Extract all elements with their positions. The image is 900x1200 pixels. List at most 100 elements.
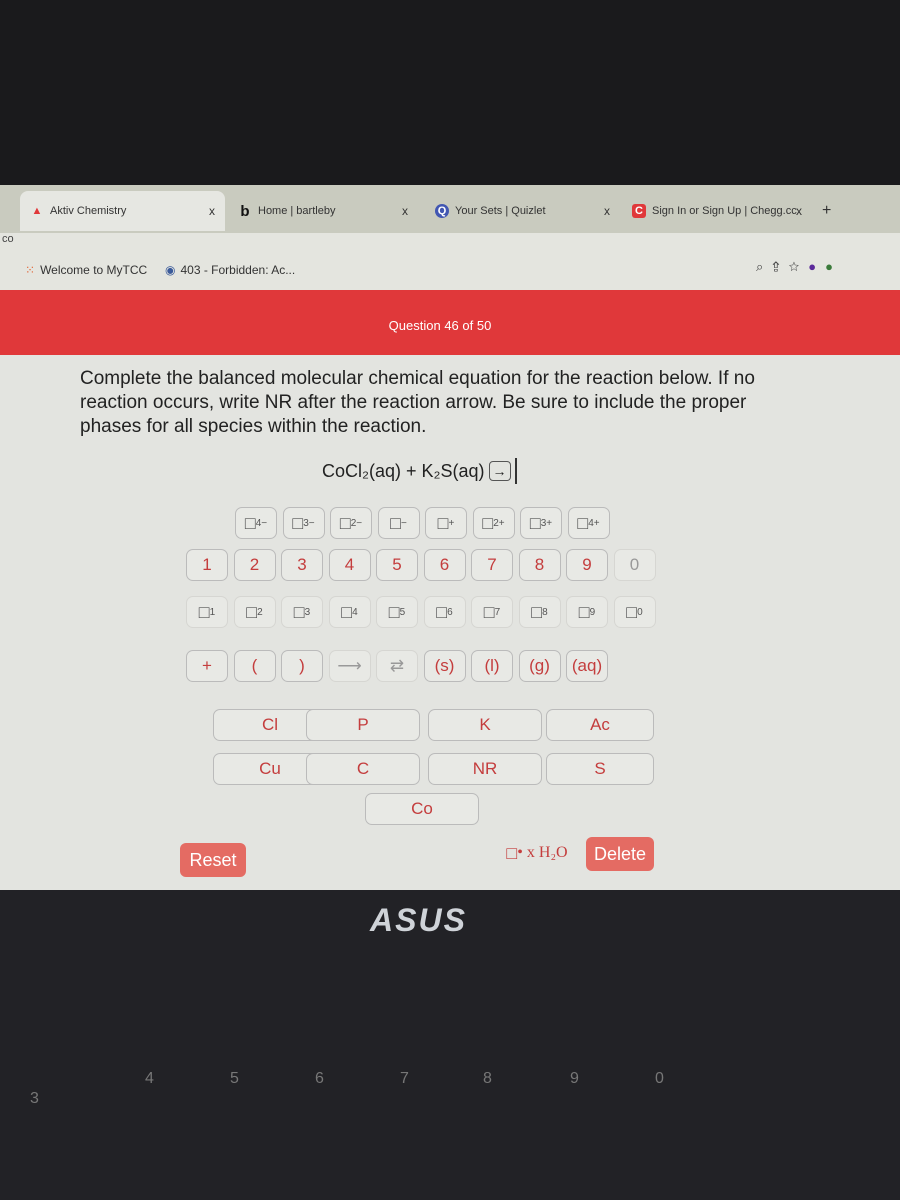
box-icon: □ (244, 512, 256, 533)
key-digit[interactable]: 0 (613, 549, 656, 581)
key-digit[interactable]: 8 (518, 549, 561, 581)
key-charge[interactable]: □ 4− (235, 507, 277, 539)
key-label: 5 (399, 606, 406, 618)
key-subscript[interactable]: □ 9 (566, 596, 608, 628)
key-symbol[interactable]: ( (233, 650, 276, 682)
close-tab-icon[interactable]: x (209, 204, 215, 218)
key-element[interactable]: Co (365, 793, 479, 825)
key-subscript[interactable]: □ 0 (613, 596, 656, 628)
box-icon: □ (482, 512, 494, 533)
key-symbol[interactable]: ⟶ (328, 650, 371, 682)
key-subscript[interactable]: □ 1 (186, 596, 228, 628)
key-label: 9 (582, 555, 592, 574)
tab-quizlet[interactable]: Q Your Sets | Quizlet x (425, 191, 620, 231)
key-symbol[interactable]: ⇄ (376, 650, 418, 682)
key-symbol[interactable]: (aq) (566, 650, 608, 682)
key-symbol[interactable]: + (186, 650, 228, 682)
key-digit[interactable]: 7 (471, 549, 513, 581)
key-element[interactable]: NR (428, 753, 542, 785)
key-digit[interactable]: 2 (233, 549, 276, 581)
key-charge[interactable]: □ 3− (282, 507, 325, 539)
key-label: 2+ (493, 517, 505, 529)
key-label: P (357, 715, 369, 734)
key-charge[interactable]: □ − (377, 507, 420, 539)
key-label: 0 (629, 555, 640, 574)
box-icon: □ (246, 601, 258, 622)
key-charge[interactable]: □ 4+ (567, 507, 610, 539)
tab-chegg[interactable]: C Sign In or Sign Up | Chegg.cc x (622, 191, 812, 231)
key-digit[interactable]: 3 (281, 549, 323, 581)
share-icon[interactable]: ⇪ (772, 259, 788, 274)
reaction-arrow[interactable]: → (488, 461, 511, 481)
key-label: K (479, 715, 491, 734)
key-label: • x H₂O (517, 844, 568, 861)
key-label: S (594, 759, 606, 778)
key-symbol[interactable]: ) (281, 650, 323, 682)
tab-bartleby[interactable]: b Home | bartleby x (228, 191, 418, 231)
key-digit[interactable]: 1 (186, 549, 228, 581)
key-label: 4 (344, 555, 355, 574)
key-subscript[interactable]: □ 2 (233, 596, 276, 628)
key-subscript[interactable]: □ 6 (423, 596, 466, 628)
key-label: C (356, 759, 370, 778)
key-symbol[interactable]: (g) (518, 650, 561, 682)
quizlet-logo-icon: Q (435, 204, 449, 218)
tab-aktiv-chemistry[interactable]: ▲ Aktiv Chemistry x (20, 191, 225, 231)
key-subscript[interactable]: □ 7 (471, 596, 513, 628)
key-label: 2− (350, 517, 363, 529)
delete-button[interactable]: Delete (586, 837, 654, 871)
mytcc-icon: ⁙ (25, 263, 36, 277)
toolbar-icons: ⌕⇪☆●● (756, 259, 842, 275)
key-label: 4+ (588, 517, 600, 529)
bookmark-label: 403 - Forbidden: Ac... (180, 263, 296, 277)
key-digit[interactable]: 9 (566, 549, 608, 581)
key-digit[interactable]: 6 (423, 549, 466, 581)
key-subscript[interactable]: □ 8 (518, 596, 561, 628)
profile-icon[interactable]: ● (825, 259, 842, 274)
key-label: 7 (494, 606, 501, 618)
key-subscript[interactable]: □ 4 (328, 596, 371, 628)
key-element[interactable]: S (546, 753, 654, 785)
close-tab-icon[interactable]: x (604, 204, 610, 218)
box-icon: □ (626, 601, 638, 622)
key-element[interactable]: K (428, 709, 542, 741)
key-element[interactable]: Ac (546, 709, 654, 741)
equation-reactants: CoCl₂(aq) + K₂S(aq) (322, 460, 485, 481)
key-subscript[interactable]: □ 5 (376, 596, 418, 628)
key-charge[interactable]: □ + (425, 507, 467, 539)
extension-icon[interactable]: ● (808, 259, 825, 274)
water-button[interactable]: □ • x H₂O (497, 837, 577, 869)
box-icon: □ (388, 601, 400, 622)
key-digit[interactable]: 5 (376, 549, 418, 581)
key-charge[interactable]: □ 2+ (472, 507, 515, 539)
reset-button[interactable]: Reset (180, 843, 246, 877)
answer-cursor[interactable] (514, 458, 517, 484)
key-charge[interactable]: □ 2− (330, 507, 372, 539)
zoom-icon[interactable]: ⌕ (756, 259, 772, 274)
key-element[interactable]: P (306, 709, 420, 741)
key-label: (aq) (571, 656, 603, 675)
chegg-logo-icon: C (632, 204, 646, 218)
key-charge[interactable]: □ 3+ (520, 507, 562, 539)
key-element[interactable]: C (306, 753, 420, 785)
key-label: Cu (259, 759, 281, 778)
box-icon: □ (483, 601, 495, 622)
close-tab-icon[interactable]: x (402, 204, 408, 218)
key-label: 4− (255, 517, 268, 529)
bartleby-logo-icon: b (240, 202, 250, 220)
close-tab-icon[interactable]: x (796, 204, 802, 218)
key-symbol[interactable]: (l) (471, 650, 513, 682)
key-label: 8 (534, 555, 545, 574)
key-digit[interactable]: 4 (328, 549, 371, 581)
key-subscript[interactable]: □ 3 (281, 596, 323, 628)
bookmark-mytcc[interactable]: ⁙ Welcome to MyTCC (25, 263, 147, 277)
new-tab-button[interactable]: + (812, 191, 842, 231)
bookmarks-bar: co ⁙ Welcome to MyTCC ◉ 403 - Forbidden: A… (0, 233, 900, 290)
key-symbol[interactable]: (s) (423, 650, 466, 682)
bookmark-403[interactable]: ◉ 403 - Forbidden: Ac... (165, 263, 295, 277)
address-bar[interactable]: co (2, 233, 14, 245)
key-label: 1 (209, 606, 216, 618)
star-icon[interactable]: ☆ (789, 259, 809, 274)
key-label: 6 (439, 555, 450, 574)
box-icon: □ (531, 601, 543, 622)
